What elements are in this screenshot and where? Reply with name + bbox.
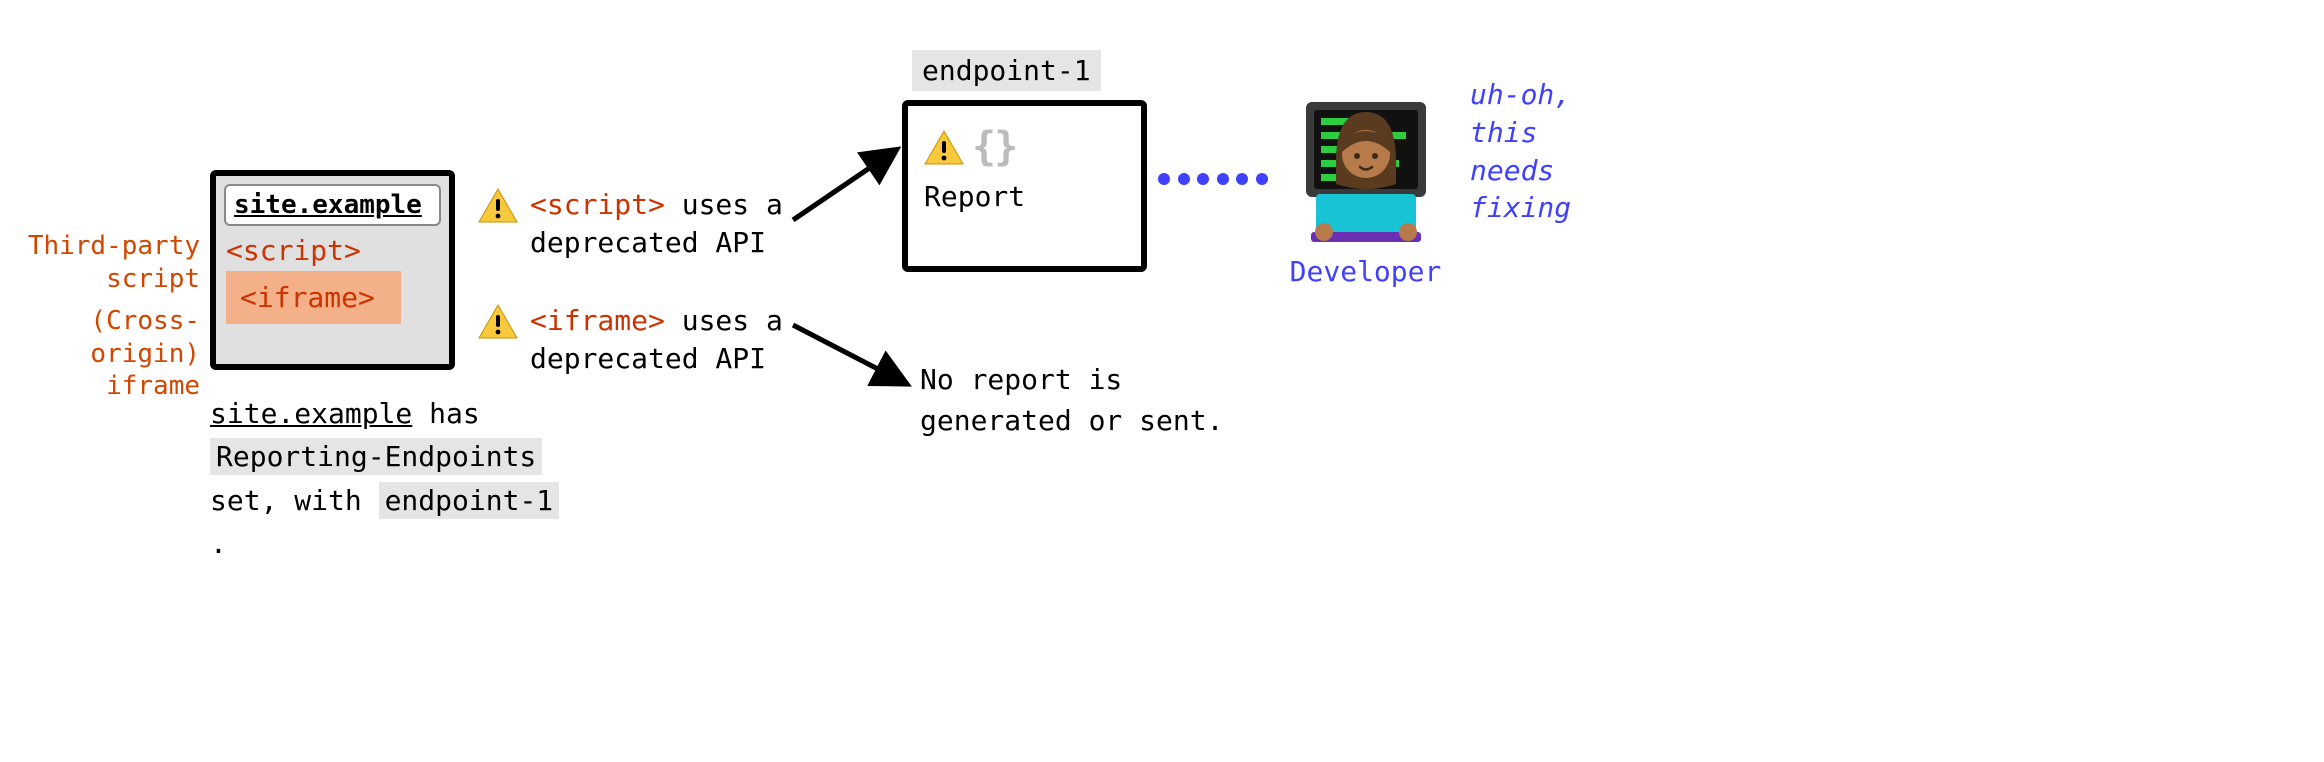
warning-line2: deprecated API	[530, 226, 766, 259]
warning-text: <iframe> uses a deprecated API	[530, 302, 783, 378]
quote-line: needs	[1470, 154, 1554, 187]
warning-icon	[924, 130, 964, 166]
site-caption: site.example has Reporting-Endpoints set…	[210, 392, 590, 566]
arrow-down-icon	[788, 310, 918, 407]
script-deprecation-warning: <script> uses a deprecated API	[478, 186, 783, 262]
braces-icon: {}	[972, 124, 1016, 170]
caption-text: set, with	[210, 484, 379, 517]
report-label: Report	[924, 180, 1125, 213]
warning-tail: uses a	[665, 188, 783, 221]
developer-illustration: Developer	[1278, 82, 1453, 288]
anno-line: Third-party	[28, 231, 200, 261]
third-party-script-annotation: Third-party script	[0, 230, 200, 295]
anno-line: iframe	[106, 371, 200, 401]
site-browser-window: site.example <script> <iframe>	[210, 170, 455, 370]
address-bar: site.example	[224, 184, 441, 226]
dots-connector-icon	[1158, 172, 1268, 186]
endpoint-box: {} Report	[902, 100, 1147, 272]
cross-origin-iframe-annotation: (Cross-origin) iframe	[0, 305, 200, 403]
warning-text: <script> uses a deprecated API	[530, 186, 783, 262]
quote-line: uh-oh,	[1470, 78, 1571, 111]
developer-quote: uh-oh, this needs fixing	[1470, 76, 1630, 227]
quote-line: this	[1470, 116, 1537, 149]
anno-line: script	[106, 264, 200, 294]
quote-line: fixing	[1470, 191, 1571, 224]
no-report-line: No report is	[920, 363, 1122, 396]
caption-text: has	[412, 397, 479, 430]
warning-tail: uses a	[665, 304, 783, 337]
caption-header-name: Reporting-Endpoints	[210, 438, 542, 475]
anno-line: (Cross-origin)	[90, 306, 200, 369]
script-tag-label: <script>	[226, 234, 439, 267]
endpoint-inner: {}	[924, 124, 1125, 170]
warning-line2: deprecated API	[530, 342, 766, 375]
developer-avatar-icon	[1281, 216, 1451, 249]
caption-site-name: site.example	[210, 397, 412, 430]
caption-endpoint-name: endpoint-1	[379, 482, 560, 519]
developer-label: Developer	[1278, 255, 1453, 288]
warning-icon	[478, 188, 518, 224]
iframe-tag-label: <iframe>	[226, 271, 401, 324]
no-report-text: No report is generated or sent.	[920, 360, 1250, 441]
warning-icon	[478, 304, 518, 340]
endpoint-label: endpoint-1	[912, 50, 1101, 91]
caption-text: .	[210, 527, 227, 560]
warning-tag: <iframe>	[530, 304, 665, 337]
arrow-up-icon	[788, 140, 908, 237]
iframe-deprecation-warning: <iframe> uses a deprecated API	[478, 302, 783, 378]
no-report-line: generated or sent.	[920, 404, 1223, 437]
warning-tag: <script>	[530, 188, 665, 221]
